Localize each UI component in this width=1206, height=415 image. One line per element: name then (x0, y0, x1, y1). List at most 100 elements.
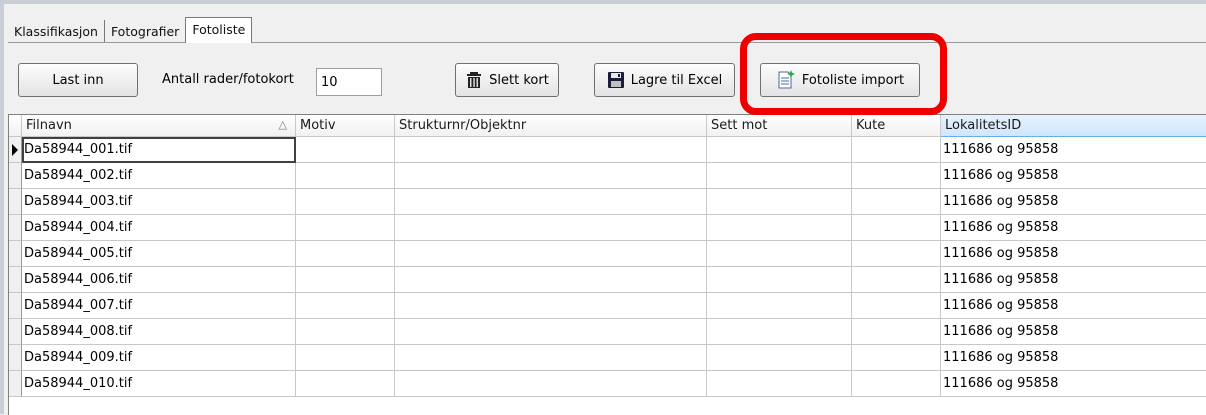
cell-motiv[interactable] (296, 215, 395, 241)
column-header-lokalitetsid[interactable]: LokalitetsID (941, 115, 1206, 137)
cell-motiv[interactable] (296, 241, 395, 267)
grid-header: Filnavn △ Motiv Strukturnr/Objektnr Sett… (9, 115, 1206, 138)
tab-fotoliste[interactable]: Fotoliste (185, 17, 253, 43)
cell-filnavn[interactable]: Da58944_005.tif (22, 241, 296, 267)
cell-lokalitetsid[interactable]: 111686 og 95858 (941, 163, 1206, 189)
cell-kute[interactable] (852, 345, 941, 371)
cell-lokalitetsid[interactable]: 111686 og 95858 (941, 137, 1206, 163)
cell-kute[interactable] (852, 267, 941, 293)
row-header[interactable] (9, 215, 22, 241)
row-header[interactable] (9, 189, 22, 215)
cell-motiv[interactable] (296, 293, 395, 319)
cell-strukturnr[interactable] (395, 189, 707, 215)
table-row[interactable]: Da58944_004.tif 111686 og 95858 (9, 215, 1206, 241)
column-header-motiv[interactable]: Motiv (296, 115, 395, 137)
cell-lokalitetsid[interactable]: 111686 og 95858 (941, 189, 1206, 215)
table-row[interactable]: Da58944_007.tif 111686 og 95858 (9, 293, 1206, 319)
table-row[interactable]: Da58944_009.tif 111686 og 95858 (9, 345, 1206, 371)
cell-motiv[interactable] (296, 267, 395, 293)
cell-filnavn[interactable]: Da58944_006.tif (22, 267, 296, 293)
column-header-filnavn[interactable]: Filnavn △ (22, 115, 296, 137)
row-header[interactable] (9, 293, 22, 319)
cell-sett-mot[interactable] (707, 293, 852, 319)
save-to-excel-button[interactable]: Lagre til Excel (594, 63, 735, 97)
cell-sett-mot[interactable] (707, 267, 852, 293)
row-header[interactable] (9, 137, 22, 163)
cell-sett-mot[interactable] (707, 319, 852, 345)
cell-motiv[interactable] (296, 163, 395, 189)
cell-motiv[interactable] (296, 345, 395, 371)
load-button[interactable]: Last inn (18, 63, 138, 97)
cell-sett-mot[interactable] (707, 371, 852, 397)
cell-strukturnr[interactable] (395, 345, 707, 371)
cell-filnavn[interactable]: Da58944_007.tif (22, 293, 296, 319)
table-row[interactable]: Da58944_010.tif 111686 og 95858 (9, 371, 1206, 397)
row-header[interactable] (9, 163, 22, 189)
row-header[interactable] (9, 371, 22, 397)
table-row[interactable]: Da58944_008.tif 111686 og 95858 (9, 319, 1206, 345)
cell-motiv[interactable] (296, 137, 395, 163)
column-header-motiv-label: Motiv (300, 118, 336, 133)
cell-kute[interactable] (852, 137, 941, 163)
cell-sett-mot[interactable] (707, 345, 852, 371)
cell-lokalitetsid[interactable]: 111686 og 95858 (941, 371, 1206, 397)
cell-strukturnr[interactable] (395, 371, 707, 397)
cell-lokalitetsid[interactable]: 111686 og 95858 (941, 267, 1206, 293)
tab-fotografier[interactable]: Fotografier (105, 20, 185, 42)
rows-per-card-input[interactable] (316, 68, 382, 96)
row-header[interactable] (9, 345, 22, 371)
photo-list-import-label: Fotoliste import (801, 72, 905, 88)
cell-lokalitetsid[interactable]: 111686 og 95858 (941, 215, 1206, 241)
cell-filnavn[interactable]: Da58944_009.tif (22, 345, 296, 371)
table-row[interactable]: Da58944_005.tif 111686 og 95858 (9, 241, 1206, 267)
cell-strukturnr[interactable] (395, 215, 707, 241)
cell-strukturnr[interactable] (395, 319, 707, 345)
delete-card-button[interactable]: Slett kort (455, 63, 559, 97)
table-row[interactable]: Da58944_002.tif 111686 og 95858 (9, 163, 1206, 189)
cell-strukturnr[interactable] (395, 137, 707, 163)
table-row[interactable]: Da58944_003.tif 111686 og 95858 (9, 189, 1206, 215)
tab-strip: Klassifikasjon Fotografier Fotoliste (8, 16, 253, 43)
cell-sett-mot[interactable] (707, 137, 852, 163)
cell-kute[interactable] (852, 293, 941, 319)
column-header-sett-mot[interactable]: Sett mot (707, 115, 852, 137)
cell-sett-mot[interactable] (707, 189, 852, 215)
cell-filnavn[interactable]: Da58944_003.tif (22, 189, 296, 215)
table-row[interactable]: Da58944_001.tif 111686 og 95858 (9, 137, 1206, 163)
table-row[interactable]: Da58944_006.tif 111686 og 95858 (9, 267, 1206, 293)
cell-kute[interactable] (852, 241, 941, 267)
cell-kute[interactable] (852, 215, 941, 241)
cell-lokalitetsid[interactable]: 111686 og 95858 (941, 345, 1206, 371)
cell-motiv[interactable] (296, 189, 395, 215)
cell-filnavn[interactable]: Da58944_001.tif (22, 137, 296, 163)
cell-sett-mot[interactable] (707, 241, 852, 267)
cell-strukturnr[interactable] (395, 163, 707, 189)
cell-kute[interactable] (852, 371, 941, 397)
cell-motiv[interactable] (296, 319, 395, 345)
cell-filnavn[interactable]: Da58944_004.tif (22, 215, 296, 241)
column-header-strukturnr[interactable]: Strukturnr/Objektnr (395, 115, 707, 137)
cell-strukturnr[interactable] (395, 267, 707, 293)
tab-klassifikasjon[interactable]: Klassifikasjon (8, 20, 105, 42)
cell-filnavn[interactable]: Da58944_002.tif (22, 163, 296, 189)
row-header[interactable] (9, 319, 22, 345)
row-header[interactable] (9, 267, 22, 293)
cell-kute[interactable] (852, 189, 941, 215)
row-header[interactable] (9, 241, 22, 267)
cell-filnavn[interactable]: Da58944_008.tif (22, 319, 296, 345)
cell-lokalitetsid[interactable]: 111686 og 95858 (941, 293, 1206, 319)
column-header-kute[interactable]: Kute (852, 115, 941, 137)
cell-kute[interactable] (852, 319, 941, 345)
cell-filnavn[interactable]: Da58944_010.tif (22, 371, 296, 397)
cell-kute[interactable] (852, 163, 941, 189)
cell-strukturnr[interactable] (395, 293, 707, 319)
column-header-sett-mot-label: Sett mot (711, 118, 768, 133)
cell-lokalitetsid[interactable]: 111686 og 95858 (941, 241, 1206, 267)
cell-lokalitetsid[interactable]: 111686 og 95858 (941, 319, 1206, 345)
cell-sett-mot[interactable] (707, 215, 852, 241)
cell-strukturnr[interactable] (395, 241, 707, 267)
cell-sett-mot[interactable] (707, 163, 852, 189)
cell-motiv[interactable] (296, 371, 395, 397)
photo-list-grid: Filnavn △ Motiv Strukturnr/Objektnr Sett… (8, 114, 1206, 415)
photo-list-import-button[interactable]: Fotoliste import (760, 63, 920, 97)
